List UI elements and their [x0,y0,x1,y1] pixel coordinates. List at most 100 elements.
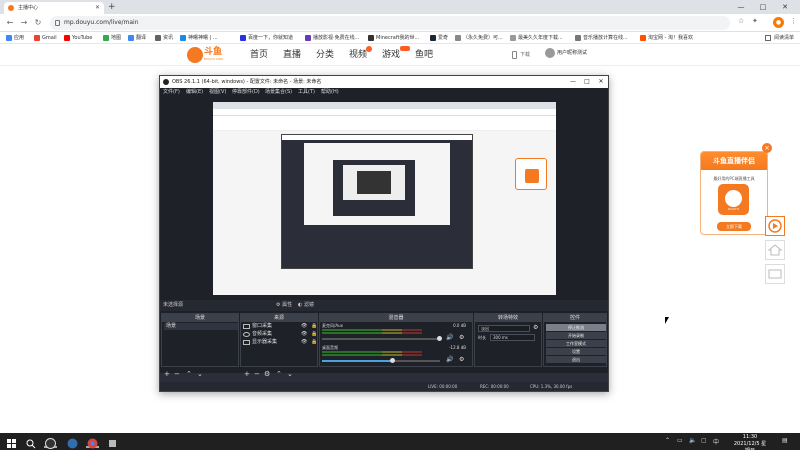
menu-icon[interactable]: ⋮ [790,17,797,25]
volume-icon[interactable]: 🔈 [689,437,696,444]
settings-button[interactable]: 设置 [546,348,606,355]
obs-minimize-icon[interactable]: — [566,76,580,88]
notification-icon[interactable]: ▤ [782,437,788,444]
source-settings-icon[interactable]: ⚙ [264,370,270,378]
close-tab-icon[interactable]: ✕ [95,2,100,14]
visibility-eye-icon[interactable]: 👁 [301,339,307,345]
app-icon[interactable] [106,435,119,448]
source-item[interactable]: 窗口采集 [243,323,272,330]
menu-file[interactable]: 文件(F) [163,88,180,97]
extensions-icon[interactable]: ✦ [752,17,758,25]
reading-list[interactable]: 阅读清单 [764,34,794,42]
screen-icon[interactable] [765,264,785,284]
bookmark-youtube[interactable]: YouTube [64,34,92,42]
menu-help[interactable]: 帮助(H) [321,88,339,97]
bookmark-gmail[interactable]: Gmail [34,34,57,42]
obs-maximize-icon[interactable]: □ [580,76,594,88]
stop-streaming-button[interactable]: 停止推流 [546,324,606,331]
speaker-icon[interactable]: 🔊 [446,356,453,363]
bookmark-minecraft[interactable]: Minecraft我的世... [368,34,419,42]
menu-view[interactable]: 视图(V) [209,88,226,97]
clock[interactable]: 11:30 2021/12/5 星期日 [733,434,767,450]
douyu-logo[interactable]: 斗鱼 DOUYU.COM [187,46,227,64]
remove-source-button[interactable]: − [254,370,260,378]
bookmark-8[interactable]: 播放影视·免费在线... [305,34,359,42]
maximize-icon[interactable]: □ [752,0,774,14]
user-menu[interactable]: 用户昵称测试 [545,48,587,58]
remove-scene-button[interactable]: − [174,370,180,378]
ime-icon[interactable]: 中 [713,437,719,446]
lock-icon[interactable]: 🔒 [311,331,317,337]
bookmark-translate[interactable]: 翻译 [128,34,146,42]
new-tab-button[interactable]: + [108,1,116,13]
transition-settings-icon[interactable]: ⚙ [533,324,538,331]
bookmark-taobao[interactable]: 淘宝网 - 淘！我喜欢 [640,34,693,42]
speaker-icon[interactable]: 🔊 [446,334,453,341]
nav-home[interactable]: 首页 [250,48,268,62]
bookmark-apps[interactable]: 应用 [6,34,24,42]
search-icon[interactable] [24,435,37,449]
nav-fishbar[interactable]: 鱼吧 [415,48,433,62]
nav-live[interactable]: 直播 [283,48,301,62]
bookmark-12[interactable]: 最美久久年度下载... [510,34,563,42]
reload-icon[interactable]: ↻ [32,17,44,29]
properties-button[interactable]: ⚙ 属性 [276,300,292,311]
source-up-button[interactable]: ⌃ [276,370,282,378]
minimize-icon[interactable]: — [730,0,752,14]
battery-icon[interactable]: ▢ [701,437,707,444]
obs-close-icon[interactable]: ✕ [594,76,608,88]
filters-button[interactable]: ◐ 滤镜 [298,300,314,311]
url-input[interactable]: mp.douyu.com/live/main [50,16,730,30]
companion-ad[interactable]: 斗鱼直播伴侣 最好用的PC端直播工具 DOUYU 立即下载 [700,151,768,235]
home-icon[interactable] [765,240,785,260]
bookmark-baidu[interactable]: 百度一下，你就知道 [240,34,293,42]
browser-tab[interactable]: 主播中心 ✕ [4,2,104,14]
download-now-button[interactable]: 立即下载 [717,222,751,231]
windows-start-icon[interactable] [5,435,18,448]
source-item[interactable]: 显示器采集 [243,339,277,346]
start-recording-button[interactable]: 开始录制 [546,332,606,339]
studio-mode-button[interactable]: 工作室模式 [546,340,606,347]
menu-scene-collection[interactable]: 场景集合(S) [265,88,292,97]
nav-video[interactable]: 视频 [349,46,373,62]
exit-button[interactable]: 退出 [546,356,606,363]
volume-slider[interactable] [322,336,442,341]
add-scene-button[interactable]: + [164,370,170,378]
forward-icon[interactable]: → [18,17,30,29]
scene-up-button[interactable]: ⌃ [186,370,192,378]
channel-settings-icon[interactable]: ⚙ [459,356,464,363]
obs-taskbar-icon[interactable] [66,435,79,449]
bookmark-maps[interactable]: 地图 [103,34,121,42]
visibility-eye-icon[interactable]: 👁 [301,331,307,337]
bookmark-steam[interactable]: 爱奇 [430,34,448,42]
add-source-button[interactable]: + [244,370,250,378]
scene-item[interactable]: 场景 [164,323,238,330]
scene-down-button[interactable]: ⌄ [197,370,203,378]
bookmark-11[interactable]: （永久免费）可... [455,34,503,42]
download-link[interactable]: 下载 [512,51,530,59]
channel-settings-icon[interactable]: ⚙ [459,334,464,341]
lock-icon[interactable]: 🔒 [311,323,317,329]
nav-game[interactable]: 游戏 [382,46,411,62]
profile-avatar[interactable]: ● [773,17,784,28]
chrome-icon[interactable] [86,435,99,449]
ad-close-icon[interactable]: × [762,143,772,153]
transition-select[interactable]: 淡出 [478,325,530,332]
duration-input[interactable]: 300 ms [490,334,535,341]
bookmark-news[interactable]: 资讯 [155,34,173,42]
back-icon[interactable]: ← [4,17,16,29]
tray-arrow-icon[interactable]: ⌃ [665,437,670,444]
source-item[interactable]: 音频采集 [243,331,272,338]
star-icon[interactable]: ☆ [738,17,744,25]
network-icon[interactable]: ▭ [677,437,683,444]
nav-category[interactable]: 分类 [316,48,334,62]
play-icon[interactable] [765,216,785,236]
menu-edit[interactable]: 编辑(E) [186,88,203,97]
close-window-icon[interactable]: ✕ [774,0,796,14]
menu-tools[interactable]: 工具(T) [298,88,315,97]
obs-taskbar-icon[interactable] [44,435,57,449]
menu-docks[interactable]: 停靠部件(D) [232,88,260,97]
volume-slider[interactable] [322,358,440,363]
visibility-eye-icon[interactable]: 👁 [301,323,307,329]
lock-icon[interactable]: 🔒 [311,339,317,345]
